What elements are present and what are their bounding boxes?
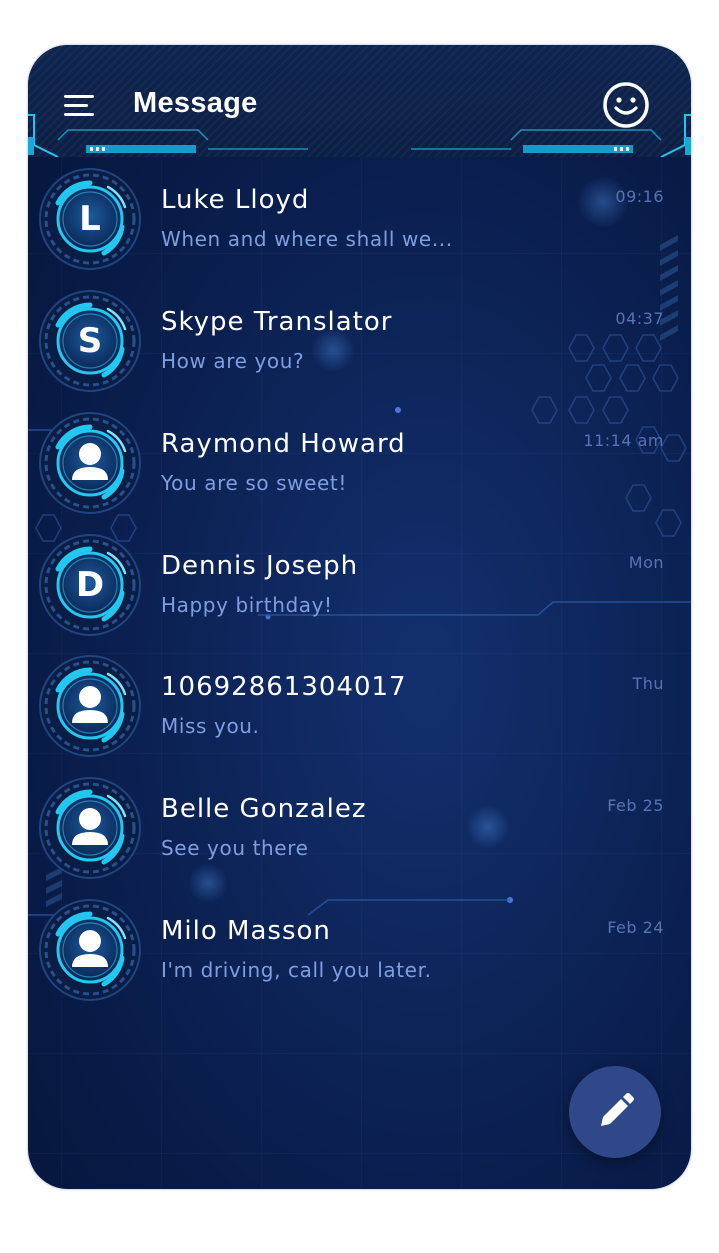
avatar: L [38,167,142,271]
conversation-row[interactable]: D Dennis Joseph Happy birthday! Mon [28,533,691,651]
avatar [38,654,142,758]
contact-name: Skype Translator [161,307,393,337]
message-time: Feb 25 [607,796,664,815]
message-time: 04:37 [615,309,664,328]
avatar [38,898,142,1002]
person-icon [72,443,108,480]
person-icon [72,930,108,967]
app-header: Message [28,45,691,157]
avatar: D [38,533,142,637]
contact-name: Belle Gonzalez [161,794,367,824]
person-icon [72,686,108,723]
message-time: 09:16 [615,187,664,206]
pencil-compose-icon [601,1093,634,1126]
conversation-row[interactable]: S Skype Translator How are you? 04:37 [28,289,691,407]
contact-name: Luke Lloyd [161,185,310,215]
message-preview: You are so sweet! [161,471,347,495]
avatar [38,411,142,515]
header-frame-decoration [28,114,691,157]
avatar-letter: L [79,199,101,239]
smiley-button[interactable] [602,81,650,129]
conversation-row[interactable]: Raymond Howard You are so sweet! 11:14 a… [28,411,691,529]
person-icon [72,808,108,845]
menu-button[interactable] [64,93,96,119]
compose-button[interactable] [569,1066,661,1158]
conversation-row[interactable]: L Luke Lloyd When and where shall we... … [28,167,691,285]
message-preview: I'm driving, call you later. [161,958,432,982]
message-preview: See you there [161,836,309,860]
message-preview: How are you? [161,349,305,373]
avatar: S [38,289,142,393]
contact-name: Milo Masson [161,916,331,946]
message-preview: When and where shall we... [161,227,453,251]
message-time: 11:14 am [583,431,664,450]
smiley-face-icon [603,82,649,128]
conversation-row[interactable]: Belle Gonzalez See you there Feb 25 [28,776,691,894]
phone-screen: Message L Luke Lloyd When and where shal… [28,45,691,1189]
message-time: Feb 24 [607,918,664,937]
avatar [38,776,142,880]
message-time: Mon [628,553,664,572]
message-preview: Miss you. [161,714,260,738]
message-preview: Happy birthday! [161,593,333,617]
avatar-letter: D [75,565,105,605]
page-title: Message [133,87,258,119]
message-time: Thu [632,674,664,693]
contact-name: Raymond Howard [161,429,406,459]
hamburger-menu-icon [64,95,94,98]
contact-name: Dennis Joseph [161,551,359,581]
conversation-row[interactable]: Milo Masson I'm driving, call you later.… [28,898,691,1016]
avatar-letter: S [77,321,103,361]
conversation-row[interactable]: 10692861304017 Miss you. Thu [28,654,691,772]
contact-name: 10692861304017 [161,672,407,702]
